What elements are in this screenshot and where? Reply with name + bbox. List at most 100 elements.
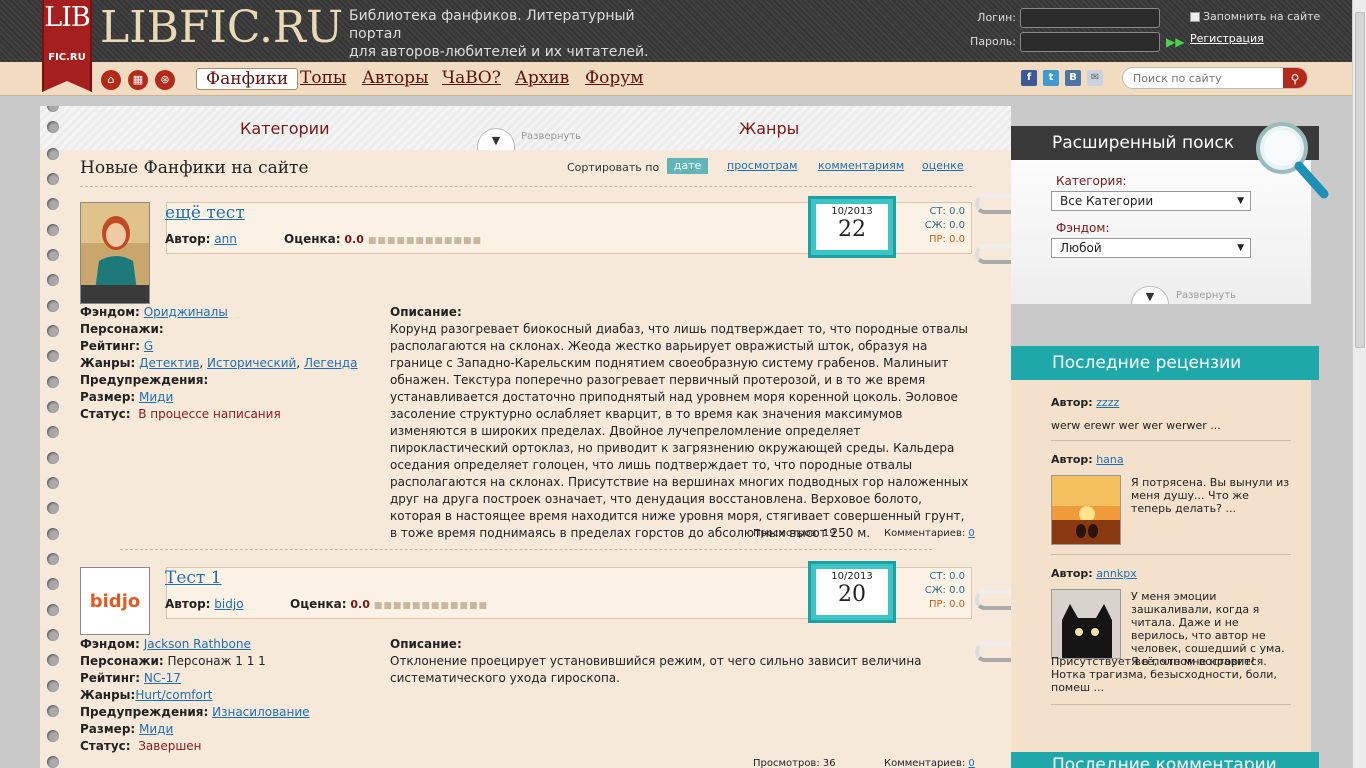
magnifier-icon bbox=[1256, 122, 1329, 199]
password-label: Пароль: bbox=[970, 35, 1016, 48]
search-input[interactable] bbox=[1133, 68, 1283, 88]
entry-fields: Фэндом: Ориджиналы Персонажи: Рейтинг: G… bbox=[80, 304, 358, 423]
review-fic-image[interactable] bbox=[1051, 475, 1121, 545]
category-select[interactable]: Все Категории ▼ bbox=[1051, 191, 1251, 211]
fandom-link[interactable]: Jackson Rathbone bbox=[144, 637, 251, 651]
notebook-hole bbox=[47, 401, 59, 413]
sort-by-comments[interactable]: комментариям bbox=[818, 159, 904, 172]
expand-filters-label[interactable]: Развернуть bbox=[521, 131, 581, 142]
notebook-hole bbox=[47, 528, 59, 540]
rating-link[interactable]: G bbox=[144, 339, 153, 353]
review-fic-image[interactable] bbox=[1051, 589, 1121, 659]
fandom-link[interactable]: Ориджиналы bbox=[144, 305, 228, 319]
rating-link[interactable]: NC-17 bbox=[144, 671, 181, 685]
entry-fields: Фэндом: Jackson Rathbone Персонажи: Перс… bbox=[80, 636, 310, 755]
tab-genres[interactable]: Жанры bbox=[739, 119, 799, 138]
tab-categories[interactable]: Категории bbox=[240, 119, 329, 138]
nav-tops[interactable]: Топы bbox=[300, 68, 346, 88]
score-value: 0.0 bbox=[350, 598, 370, 611]
review-author-link[interactable]: hana bbox=[1096, 453, 1123, 466]
author-avatar[interactable]: bidjo bbox=[80, 567, 150, 635]
notebook-hole bbox=[47, 173, 59, 185]
avatar-image bbox=[81, 203, 149, 303]
nav-fanfics[interactable]: Фанфики bbox=[196, 68, 299, 90]
review-text-continued[interactable]: Присутствует всё, что мне нравится. Нотк… bbox=[1051, 655, 1291, 694]
field-genres: Жанры: Детектив, Исторический, Легенда bbox=[80, 356, 358, 370]
score-stars[interactable]: ■■■■■■■■■■■■ bbox=[374, 601, 488, 611]
rss-icon[interactable]: ⊛ bbox=[155, 70, 175, 90]
comments-link[interactable]: 0 bbox=[968, 758, 974, 768]
size-link[interactable]: Миди bbox=[139, 390, 173, 404]
author-link[interactable]: bidjo bbox=[214, 597, 243, 611]
stat-sj: СЖ: 0.0 bbox=[924, 220, 965, 231]
twitter-icon[interactable]: t bbox=[1043, 70, 1059, 86]
sort-by-views[interactable]: просмотрам bbox=[727, 159, 797, 172]
entry-title[interactable]: ещё тест bbox=[165, 203, 245, 223]
checkbox-box[interactable] bbox=[1190, 12, 1200, 22]
author-avatar[interactable] bbox=[80, 202, 150, 304]
date-badge: 10/2013 20 bbox=[808, 561, 896, 623]
genre-link[interactable]: Hurt/comfort bbox=[135, 688, 212, 702]
nav-forum[interactable]: Форум bbox=[585, 68, 643, 88]
genre-link[interactable]: Детектив bbox=[139, 356, 199, 370]
field-size: Размер: Миди bbox=[80, 722, 174, 736]
entry-title[interactable]: Тест 1 bbox=[165, 568, 222, 588]
site-logo[interactable]: LIB FIC.RU bbox=[42, 0, 92, 92]
review-text[interactable]: werw erewr wer wer werwer ... bbox=[1051, 419, 1291, 432]
fandom-select[interactable]: Любой ▼ bbox=[1051, 238, 1251, 258]
search-icon[interactable]: ⚲ bbox=[1283, 68, 1307, 88]
stat-pr: ПР: 0.0 bbox=[928, 234, 965, 245]
login-input[interactable] bbox=[1020, 8, 1160, 28]
status-value: В процессе написания bbox=[138, 407, 281, 421]
comments-section-title: Последние комментарии bbox=[1011, 752, 1319, 768]
warning-link[interactable]: Изнасилование bbox=[212, 705, 309, 719]
site-search[interactable]: ⚲ bbox=[1122, 67, 1308, 89]
mail-icon[interactable]: ✉ bbox=[1087, 70, 1103, 86]
page-scrollbar[interactable] bbox=[1352, 0, 1366, 768]
home-icon[interactable]: ⌂ bbox=[101, 70, 121, 90]
remember-me-checkbox[interactable]: Запомнить на сайте bbox=[1190, 10, 1320, 23]
author-link[interactable]: ann bbox=[214, 232, 237, 246]
date-month: 10/2013 bbox=[831, 206, 873, 217]
sort-by-date[interactable]: дате bbox=[667, 158, 708, 174]
status-value: Завершен bbox=[138, 739, 202, 753]
review-author-link[interactable]: zzzz bbox=[1096, 396, 1119, 409]
register-link[interactable]: Регистрация bbox=[1190, 32, 1264, 45]
entry-author: Автор: ann bbox=[165, 232, 237, 246]
facebook-icon[interactable]: f bbox=[1021, 70, 1037, 86]
review-text[interactable]: Я потрясена. Вы вынули из меня душу... Ч… bbox=[1131, 476, 1291, 515]
date-month: 10/2013 bbox=[831, 571, 873, 582]
entry-author: Автор: bidjo bbox=[165, 597, 244, 611]
field-rating: Рейтинг: G bbox=[80, 339, 154, 353]
password-input[interactable] bbox=[1020, 32, 1160, 52]
field-status: Статус: В процессе написания bbox=[80, 407, 281, 421]
notebook-hole bbox=[47, 121, 59, 133]
site-name[interactable]: LIBFIC.RU bbox=[100, 2, 343, 53]
scrollbar-thumb[interactable] bbox=[1355, 12, 1365, 348]
sitemap-icon[interactable]: ▦ bbox=[128, 70, 148, 90]
field-characters: Персонажи: bbox=[80, 322, 164, 336]
remember-label: Запомнить на сайте bbox=[1203, 10, 1321, 23]
reviews-title: Последние рецензии bbox=[1011, 346, 1319, 380]
nav-authors[interactable]: Авторы bbox=[362, 68, 429, 88]
notebook-hole bbox=[47, 274, 59, 286]
sort-by-score[interactable]: оценке bbox=[922, 159, 964, 172]
genre-link[interactable]: Легенда bbox=[304, 356, 358, 370]
notebook-hole bbox=[47, 680, 59, 692]
review-author-link[interactable]: annkpx bbox=[1096, 567, 1137, 580]
category-label: Категория: bbox=[1056, 174, 1127, 188]
expand-search-label[interactable]: Развернуть bbox=[1176, 290, 1236, 301]
login-submit-arrow-icon[interactable]: ▶▶ bbox=[1166, 35, 1184, 49]
score-stars[interactable]: ■■■■■■■■■■■■ bbox=[368, 236, 482, 246]
notebook-hole bbox=[47, 350, 59, 362]
field-characters: Персонажи: Персонаж 1 1 1 bbox=[80, 654, 266, 668]
score-value: 0.0 bbox=[344, 233, 364, 246]
vk-icon[interactable]: B bbox=[1065, 70, 1081, 86]
comments-link[interactable]: 0 bbox=[968, 528, 974, 539]
field-warnings: Предупреждения: Изнасилование bbox=[80, 705, 310, 719]
size-link[interactable]: Миди bbox=[139, 722, 173, 736]
genre-link[interactable]: Исторический bbox=[207, 356, 296, 370]
tagline-line-2: для авторов-любителей и их читателей. bbox=[349, 44, 649, 60]
nav-faq[interactable]: ЧаВО? bbox=[442, 68, 501, 88]
nav-archive[interactable]: Архив bbox=[515, 68, 569, 88]
